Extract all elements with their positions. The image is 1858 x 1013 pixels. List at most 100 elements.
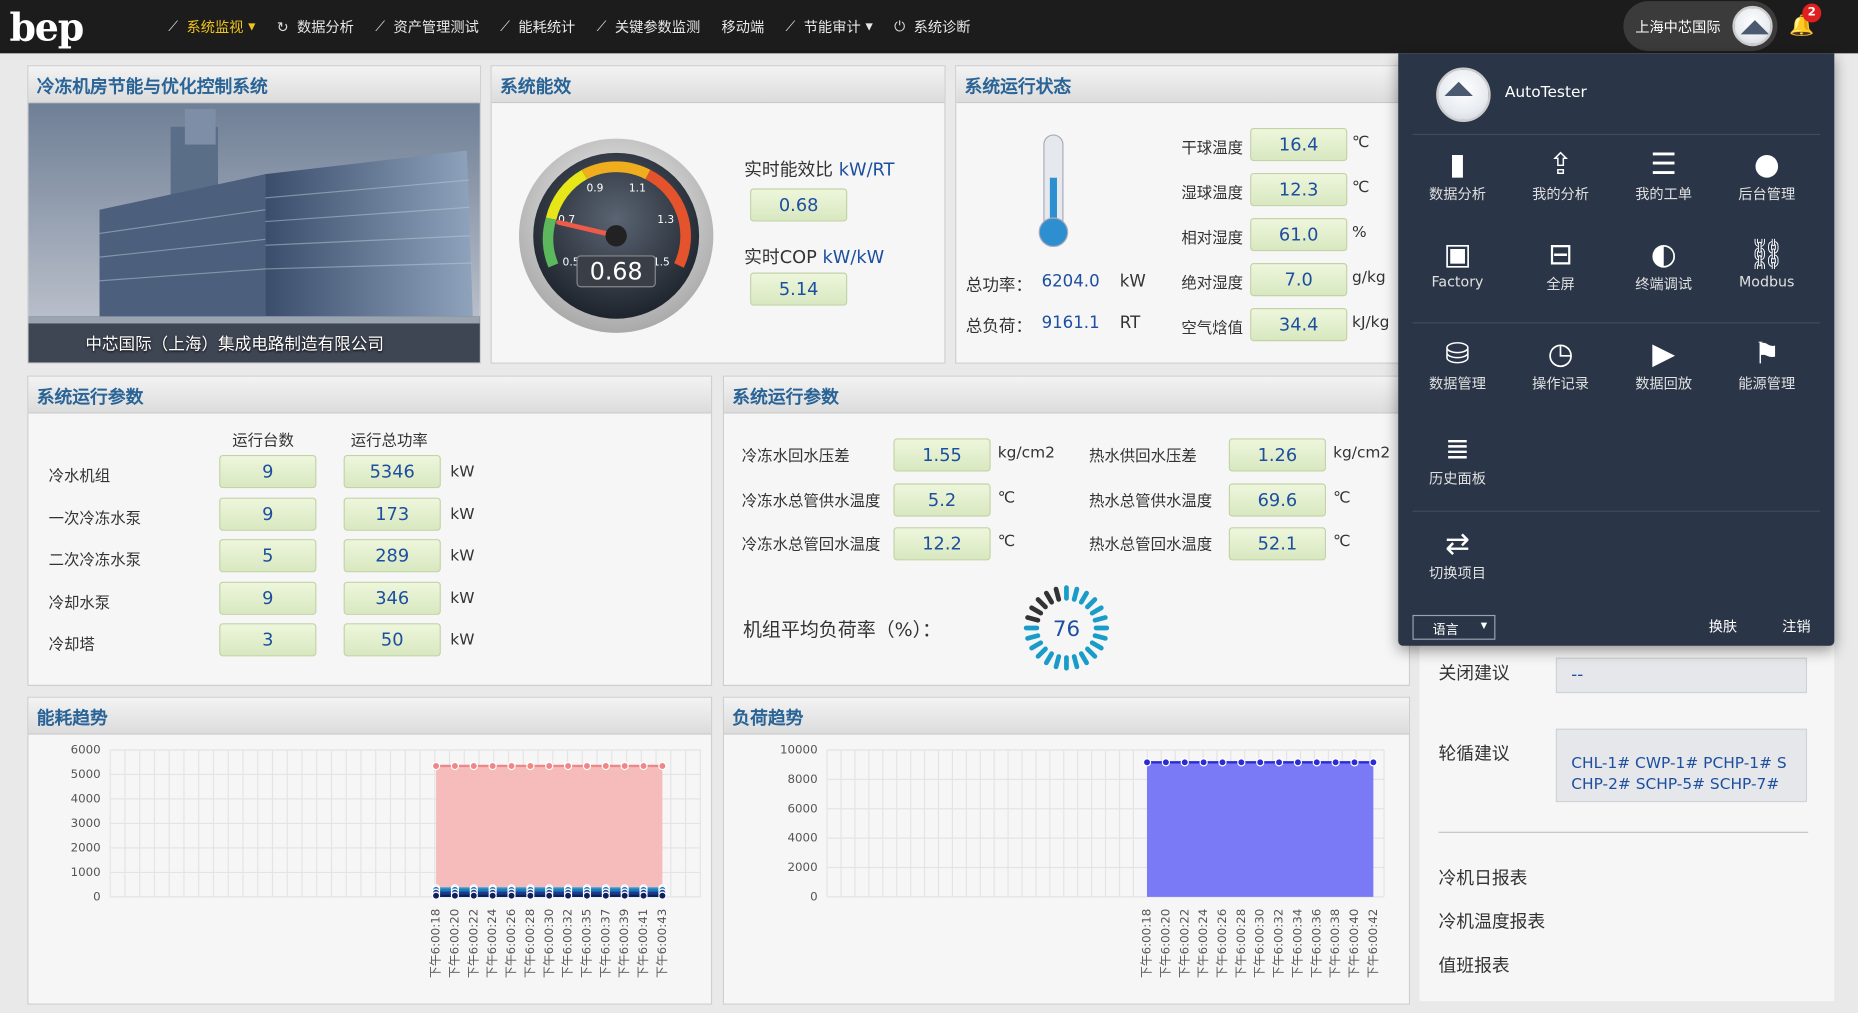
- spinner-tick: [1043, 590, 1055, 605]
- menu-item-6[interactable]: ◐ 终端调试: [1616, 236, 1711, 294]
- data-point[interactable]: [1237, 758, 1246, 767]
- nav-item-3[interactable]: ⟋ 能耗统计: [500, 17, 575, 37]
- data-point[interactable]: [563, 761, 573, 771]
- data-point[interactable]: [507, 891, 516, 900]
- menu-item-4[interactable]: ▣ Factory: [1410, 236, 1505, 290]
- data-point[interactable]: [1180, 758, 1189, 767]
- report-link[interactable]: 冷机日报表: [1439, 865, 1528, 890]
- avatar[interactable]: [1732, 5, 1773, 47]
- spinner-tick: [1071, 654, 1080, 670]
- data-point[interactable]: [601, 891, 610, 900]
- menu-item-0[interactable]: ▮ 数据分析: [1410, 146, 1505, 204]
- data-point[interactable]: [601, 761, 610, 771]
- data-point[interactable]: [658, 761, 667, 771]
- nav-item-7[interactable]: ⏻ 系统诊断: [894, 17, 970, 37]
- menu-item-label: 数据管理: [1429, 375, 1486, 393]
- nav-item-1[interactable]: ↻ 数据分析: [277, 17, 354, 37]
- hot-water-param-unit: ℃: [1333, 533, 1351, 551]
- reading-label: 空气焓值: [1181, 319, 1244, 338]
- menu-item-12[interactable]: ≣ 历史面板: [1410, 430, 1505, 488]
- data-point[interactable]: [1274, 758, 1284, 767]
- data-point[interactable]: [469, 761, 478, 771]
- data-point[interactable]: [450, 891, 460, 900]
- data-point[interactable]: [526, 761, 535, 771]
- nav-item-4[interactable]: ⟋ 关键参数监测: [597, 17, 701, 37]
- data-point[interactable]: [488, 891, 497, 900]
- nav-item-5[interactable]: 移动端: [722, 17, 765, 37]
- menu-item-9[interactable]: ◷ 操作记录: [1513, 335, 1608, 393]
- menu-item-label: 数据分析: [1429, 186, 1486, 203]
- data-point[interactable]: [1256, 758, 1265, 767]
- menu-item-10[interactable]: ▶ 数据回放: [1616, 335, 1711, 393]
- menu-item-label: 我的工单: [1635, 186, 1693, 203]
- data-point[interactable]: [620, 891, 629, 900]
- logo[interactable]: bep: [9, 5, 84, 50]
- data-point[interactable]: [1369, 758, 1378, 767]
- x-tick-label: 下午6:00:41: [636, 909, 650, 978]
- spinner-tick: [1025, 615, 1041, 623]
- language-select[interactable]: 语言 ▼: [1412, 614, 1496, 640]
- data-point[interactable]: [545, 891, 554, 900]
- y-tick-label: 6000: [788, 801, 818, 815]
- menu-item-1[interactable]: ⇪ 我的分析: [1513, 146, 1608, 204]
- factory-icon: ▣: [1443, 236, 1472, 272]
- data-point[interactable]: [1199, 758, 1208, 767]
- data-point[interactable]: [1312, 758, 1321, 767]
- energy-trend-panel: 能耗趋势 0 1000 2000 3000 4000 5000 6000 下午6:00:18 下…: [27, 696, 713, 1005]
- menu-item-8[interactable]: ⛁ 数据管理: [1410, 335, 1505, 393]
- data-point[interactable]: [431, 891, 441, 900]
- data-point[interactable]: [1218, 758, 1227, 767]
- hot-water-param-unit: ℃: [1333, 488, 1351, 507]
- data-point[interactable]: [545, 761, 554, 771]
- divider: [1412, 133, 1821, 136]
- data-point[interactable]: [450, 761, 460, 771]
- nav-item-6[interactable]: ⟋ 节能审计 ▼: [786, 17, 873, 37]
- skin-button[interactable]: 换肤: [1709, 616, 1737, 636]
- report-link[interactable]: 值班报表: [1439, 953, 1510, 978]
- data-point[interactable]: [1331, 758, 1340, 767]
- data-point[interactable]: [1350, 758, 1359, 767]
- menu-item-5[interactable]: ⊟ 全屏: [1513, 236, 1608, 294]
- data-point[interactable]: [620, 761, 629, 771]
- data-point[interactable]: [1293, 758, 1303, 767]
- share-icon: ⇪: [1548, 146, 1573, 182]
- menu-item-13[interactable]: ⇄ 切换项目: [1410, 525, 1505, 583]
- reading-label: 湿球温度: [1181, 184, 1244, 203]
- data-point[interactable]: [639, 891, 648, 900]
- data-point[interactable]: [507, 761, 516, 771]
- water-param-label: 冷冻水回水压差: [741, 447, 850, 466]
- data-point[interactable]: [526, 891, 535, 900]
- menu-item-7[interactable]: ⛓ Modbus: [1719, 236, 1814, 290]
- data-point[interactable]: [563, 891, 573, 900]
- reading-value: 16.4: [1250, 127, 1348, 162]
- chevron-down-icon: ▼: [1480, 620, 1488, 631]
- report-link[interactable]: 冷机温度报表: [1439, 909, 1546, 934]
- menu-item-2[interactable]: ☰ 我的工单: [1616, 146, 1711, 204]
- data-point[interactable]: [1142, 758, 1152, 767]
- data-point[interactable]: [639, 761, 648, 771]
- spinner-tick: [1025, 633, 1041, 641]
- list-icon: ☰: [1650, 146, 1677, 182]
- water-params-panel: 系统运行参数 冷冻水回水压差 1.55 kg/cm2 冷冻水总管供水温度 5.2 ℃ 冷冻水…: [722, 375, 1411, 686]
- menu-item-11[interactable]: ⚑ 能源管理: [1719, 335, 1814, 393]
- x-tick-label: 下午6:00:26: [504, 909, 518, 978]
- data-point[interactable]: [582, 761, 592, 771]
- data-point[interactable]: [469, 891, 478, 900]
- project-switcher[interactable]: 上海中芯国际: [1623, 1, 1778, 51]
- col-header-power: 运行总功率: [350, 432, 428, 451]
- data-point[interactable]: [582, 891, 592, 900]
- data-point[interactable]: [431, 761, 441, 771]
- data-point[interactable]: [658, 891, 667, 900]
- data-point[interactable]: [1161, 758, 1171, 767]
- x-tick-label: 下午6:00:32: [1272, 909, 1286, 978]
- user-icon: ●: [1753, 146, 1780, 182]
- reading-label: 干球温度: [1181, 139, 1244, 158]
- building-photo: [28, 103, 480, 363]
- data-point[interactable]: [488, 761, 497, 771]
- logout-button[interactable]: 注销: [1782, 616, 1810, 636]
- hot-water-param-unit: kg/cm2: [1333, 444, 1391, 463]
- menu-item-3[interactable]: ● 后台管理: [1719, 146, 1814, 204]
- nav-item-2[interactable]: ⟋ 资产管理测试: [375, 17, 479, 37]
- spinner-tick: [1029, 605, 1044, 616]
- nav-item-0[interactable]: ⟋ 系统监视 ▼: [168, 17, 255, 37]
